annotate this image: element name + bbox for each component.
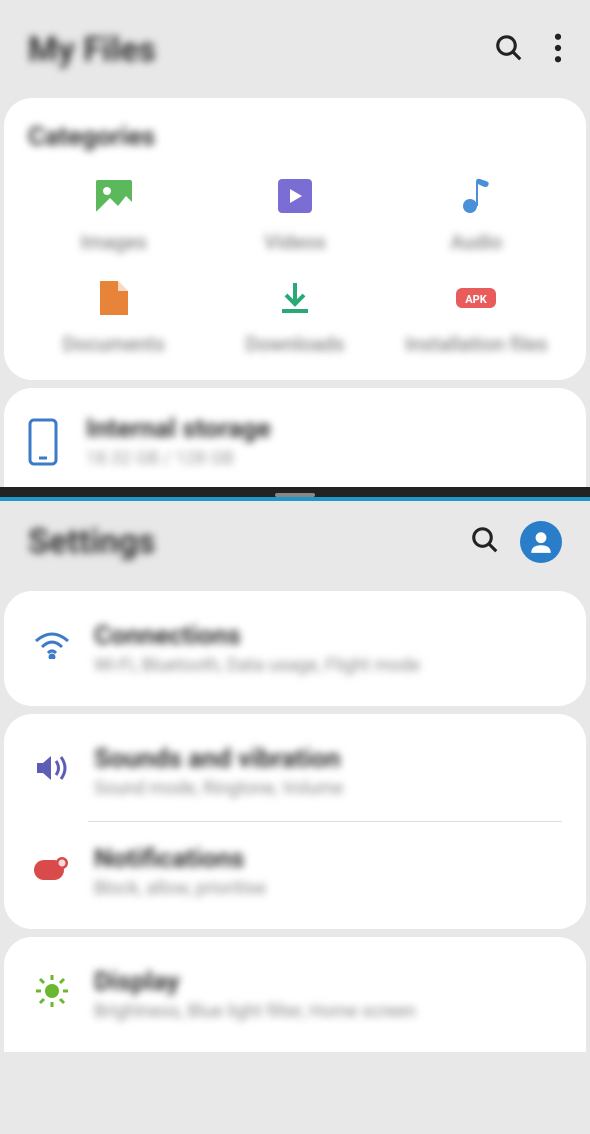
sounds-notifications-card: Sounds and vibration Sound mode, Rington…	[4, 714, 586, 929]
settings-item-sub: Sound mode, Ringtone, Volume	[94, 778, 556, 799]
settings-item-title: Connections	[94, 621, 556, 651]
settings-item-connections[interactable]: Connections Wi-Fi, Bluetooth, Data usage…	[28, 609, 562, 688]
category-videos[interactable]: Videos	[209, 176, 380, 254]
notification-icon	[34, 850, 70, 886]
settings-item-display[interactable]: Display Brightness, Blue light filter, H…	[28, 955, 562, 1034]
category-label: Audio	[450, 230, 502, 254]
search-icon[interactable]	[494, 33, 524, 67]
internal-storage-item[interactable]: Internal storage 18.32 GB / 128 GB	[4, 388, 586, 487]
settings-item-title: Display	[94, 967, 556, 997]
account-avatar[interactable]	[520, 521, 562, 563]
categories-title: Categories	[28, 122, 562, 152]
my-files-header: My Files	[0, 0, 590, 90]
category-downloads[interactable]: Downloads	[209, 278, 380, 356]
category-documents[interactable]: Documents	[28, 278, 199, 356]
search-icon[interactable]	[470, 525, 500, 559]
image-icon	[94, 176, 134, 216]
audio-icon	[456, 176, 496, 216]
storage-usage: 18.32 GB / 128 GB	[86, 448, 562, 469]
settings-item-sub: Wi-Fi, Bluetooth, Data usage, Flight mod…	[94, 655, 556, 676]
page-title: My Files	[28, 30, 494, 70]
download-icon	[275, 278, 315, 318]
connections-card: Connections Wi-Fi, Bluetooth, Data usage…	[4, 591, 586, 706]
svg-text:APK: APK	[466, 293, 488, 306]
display-card: Display Brightness, Blue light filter, H…	[4, 937, 586, 1052]
category-images[interactable]: Images	[28, 176, 199, 254]
category-label: Downloads	[245, 332, 344, 356]
category-label: Images	[81, 230, 147, 254]
settings-item-title: Notifications	[94, 844, 556, 874]
display-icon	[34, 973, 70, 1009]
category-label: Installation files	[405, 332, 548, 356]
settings-app: Settings Connections Wi-Fi, Bluetooth, D…	[0, 501, 590, 1052]
storage-title: Internal storage	[86, 414, 562, 444]
phone-icon	[28, 418, 64, 466]
category-label: Videos	[264, 230, 326, 254]
settings-item-notifications[interactable]: Notifications Block, allow, prioritise	[28, 832, 562, 911]
settings-header: Settings	[0, 501, 590, 583]
document-icon	[94, 278, 134, 318]
page-title: Settings	[28, 522, 470, 562]
settings-item-sub: Block, allow, prioritise	[94, 878, 556, 899]
category-label: Documents	[63, 332, 165, 356]
settings-item-sounds[interactable]: Sounds and vibration Sound mode, Rington…	[28, 732, 562, 811]
settings-item-title: Sounds and vibration	[94, 744, 556, 774]
categories-card: Categories Images Videos Aud	[4, 98, 586, 380]
category-audio[interactable]: Audio	[391, 176, 562, 254]
video-icon	[275, 176, 315, 216]
category-installation-files[interactable]: APK Installation files	[391, 278, 562, 356]
split-screen-divider[interactable]	[0, 487, 590, 497]
apk-icon: APK	[456, 278, 496, 318]
sound-icon	[34, 750, 70, 786]
drag-handle-icon	[275, 493, 315, 497]
wifi-icon	[34, 627, 70, 663]
my-files-app: My Files Categories Images	[0, 0, 590, 487]
more-options-icon[interactable]	[554, 33, 562, 67]
list-divider	[88, 821, 562, 822]
settings-item-sub: Brightness, Blue light filter, Home scre…	[94, 1001, 556, 1022]
